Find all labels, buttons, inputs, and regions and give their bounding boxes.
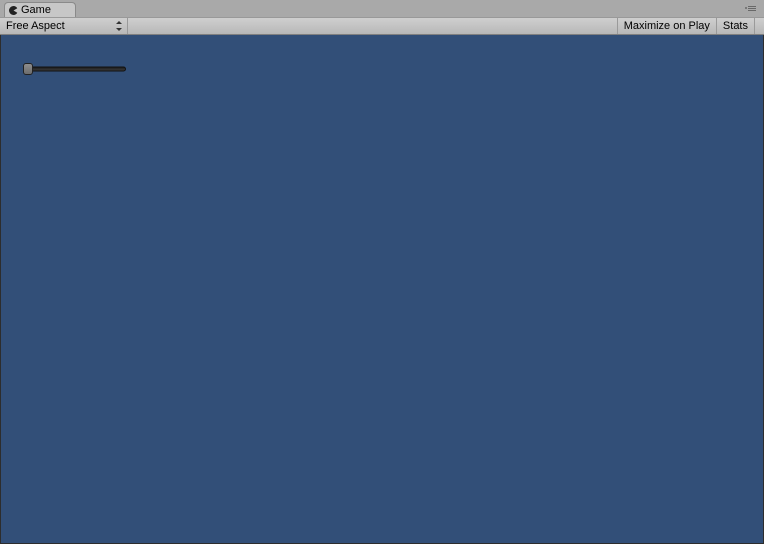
dock-menu-icon[interactable]: [748, 3, 758, 13]
slider-thumb[interactable]: [23, 63, 33, 75]
game-toolbar: Free Aspect Maximize on Play Stats: [0, 17, 764, 35]
stats-label: Stats: [723, 20, 748, 32]
tab-label: Game: [21, 3, 51, 17]
game-viewport: [0, 35, 764, 544]
toolbar-end-gap: [755, 18, 764, 34]
stats-button[interactable]: Stats: [717, 18, 755, 34]
slider-track: [23, 67, 126, 72]
aspect-dropdown-label: Free Aspect: [6, 20, 65, 32]
tab-game[interactable]: Game: [4, 2, 76, 17]
game-tab-icon: [9, 6, 18, 15]
runtime-slider[interactable]: [23, 63, 126, 75]
toolbar-spacer: [128, 18, 618, 34]
tab-bar: Game: [0, 0, 764, 17]
maximize-on-play-button[interactable]: Maximize on Play: [618, 18, 717, 34]
updown-icon: [116, 20, 122, 32]
maximize-label: Maximize on Play: [624, 20, 710, 32]
aspect-dropdown[interactable]: Free Aspect: [0, 18, 128, 34]
